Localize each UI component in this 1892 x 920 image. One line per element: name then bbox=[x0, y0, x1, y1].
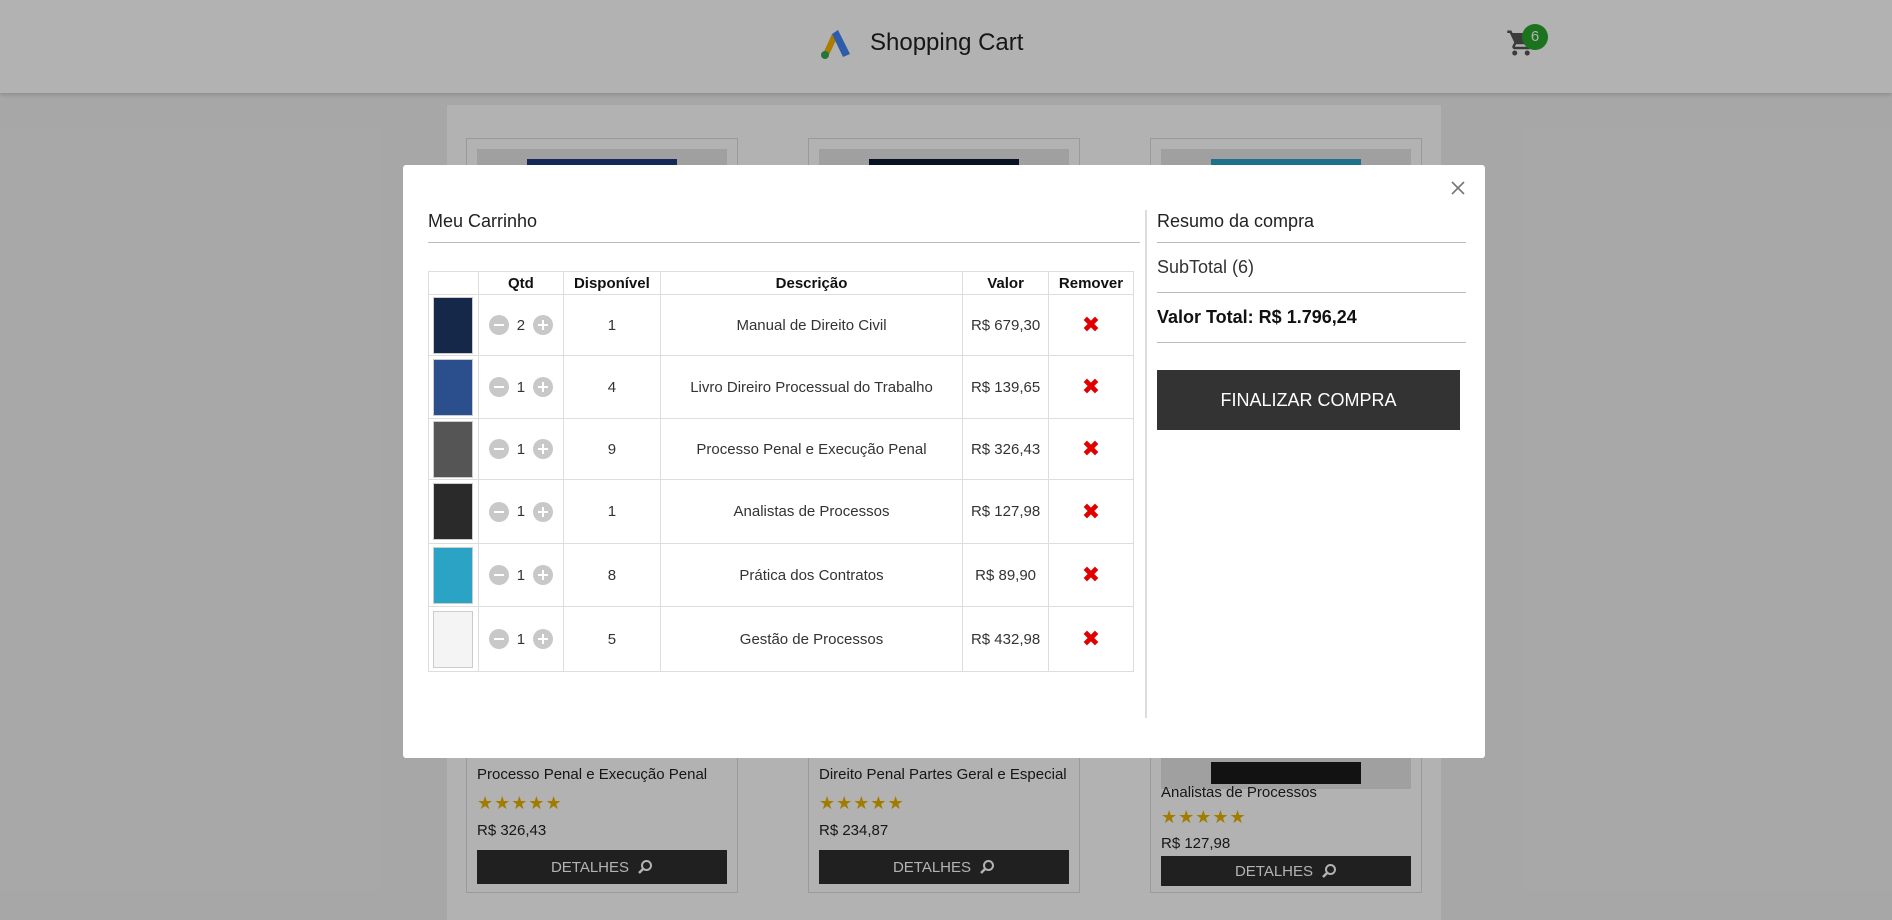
decrease-qty-button[interactable] bbox=[488, 565, 509, 585]
qty-cell: 1 bbox=[477, 543, 564, 607]
close-icon[interactable] bbox=[1447, 177, 1469, 199]
thumbnail-cell bbox=[428, 479, 479, 544]
remove-cell: ✖ bbox=[1048, 355, 1134, 419]
thumbnail-cell bbox=[428, 418, 479, 480]
qty-value: 1 bbox=[516, 503, 526, 520]
increase-qty-button[interactable] bbox=[533, 629, 554, 649]
thumbnail-cell bbox=[428, 294, 479, 356]
remove-icon[interactable]: ✖ bbox=[1082, 374, 1100, 399]
remove-icon[interactable]: ✖ bbox=[1082, 436, 1100, 461]
col-header-description: Descrição bbox=[659, 271, 964, 295]
table-row: 1 8 Prática dos Contratos R$ 89,90 ✖ bbox=[428, 543, 1134, 607]
qty-cell: 1 bbox=[477, 479, 564, 544]
qty-value: 1 bbox=[516, 440, 526, 458]
value-cell: R$ 139,65 bbox=[962, 355, 1050, 419]
value-cell: R$ 326,43 bbox=[962, 418, 1050, 480]
book-thumbnail bbox=[433, 358, 474, 416]
decrease-qty-button[interactable] bbox=[488, 377, 509, 397]
description-cell: Manual de Direito Civil bbox=[659, 294, 964, 356]
decrease-qty-button[interactable] bbox=[488, 439, 509, 459]
thumbnail-cell bbox=[428, 606, 479, 672]
total-value: Valor Total: R$ 1.796,24 bbox=[1157, 293, 1466, 343]
qty-value: 1 bbox=[516, 566, 526, 584]
table-header-row: Qtd Disponível Descrição Valor Remover bbox=[428, 271, 1134, 295]
qty-value: 1 bbox=[516, 378, 526, 396]
description-cell: Livro Direiro Processual do Trabalho bbox=[659, 355, 964, 419]
book-thumbnail bbox=[433, 546, 474, 604]
cart-title: Meu Carrinho bbox=[428, 205, 1140, 243]
description-cell: Analistas de Processos bbox=[659, 479, 964, 544]
table-row: 1 1 Analistas de Processos R$ 127,98 ✖ bbox=[428, 479, 1134, 544]
remove-icon[interactable]: ✖ bbox=[1082, 562, 1100, 587]
qty-value: 2 bbox=[516, 316, 526, 334]
table-row: 2 1 Manual de Direito Civil R$ 679,30 ✖ bbox=[428, 294, 1134, 356]
col-header-remove: Remover bbox=[1048, 271, 1134, 295]
value-cell: R$ 679,30 bbox=[962, 294, 1050, 356]
available-cell: 9 bbox=[562, 418, 661, 480]
book-thumbnail bbox=[433, 296, 474, 354]
qty-cell: 2 bbox=[477, 294, 564, 356]
book-thumbnail bbox=[433, 420, 474, 478]
subtotal: SubTotal (6) bbox=[1157, 243, 1466, 293]
available-cell: 5 bbox=[562, 606, 661, 672]
finalize-purchase-button[interactable]: FINALIZAR COMPRA bbox=[1157, 370, 1460, 430]
thumbnail-cell bbox=[428, 355, 479, 419]
increase-qty-button[interactable] bbox=[533, 501, 554, 522]
remove-cell: ✖ bbox=[1048, 479, 1134, 544]
remove-icon[interactable]: ✖ bbox=[1082, 626, 1100, 651]
qty-cell: 1 bbox=[477, 418, 564, 480]
col-header-available: Disponível bbox=[562, 271, 661, 295]
remove-cell: ✖ bbox=[1048, 543, 1134, 607]
remove-cell: ✖ bbox=[1048, 606, 1134, 672]
qty-cell: 1 bbox=[477, 355, 564, 419]
description-cell: Gestão de Processos bbox=[659, 606, 964, 672]
decrease-qty-button[interactable] bbox=[488, 315, 509, 335]
remove-cell: ✖ bbox=[1048, 294, 1134, 356]
summary-title: Resumo da compra bbox=[1157, 205, 1466, 243]
available-cell: 8 bbox=[562, 543, 661, 607]
description-cell: Processo Penal e Execução Penal bbox=[659, 418, 964, 480]
increase-qty-button[interactable] bbox=[533, 377, 554, 397]
available-cell: 1 bbox=[562, 294, 661, 356]
increase-qty-button[interactable] bbox=[533, 565, 554, 585]
description-cell: Prática dos Contratos bbox=[659, 543, 964, 607]
cart-section: Meu Carrinho bbox=[428, 205, 1140, 243]
available-cell: 4 bbox=[562, 355, 661, 419]
summary-section: Resumo da compra SubTotal (6) Valor Tota… bbox=[1157, 205, 1466, 343]
cart-modal: Meu Carrinho Qtd Disponível Descrição Va… bbox=[403, 165, 1485, 758]
table-row: 1 9 Processo Penal e Execução Penal R$ 326,… bbox=[428, 418, 1134, 480]
column-divider bbox=[1145, 210, 1147, 718]
value-cell: R$ 127,98 bbox=[962, 479, 1050, 544]
table-row: 1 4 Livro Direiro Processual do Trabalho R$… bbox=[428, 355, 1134, 419]
col-header-value: Valor bbox=[962, 271, 1050, 295]
book-thumbnail bbox=[433, 610, 474, 668]
remove-icon[interactable]: ✖ bbox=[1082, 312, 1100, 337]
cart-table: Qtd Disponível Descrição Valor Remover 2… bbox=[428, 271, 1134, 672]
available-cell: 1 bbox=[562, 479, 661, 544]
thumbnail-cell bbox=[428, 543, 479, 607]
remove-icon[interactable]: ✖ bbox=[1082, 499, 1100, 524]
book-thumbnail bbox=[433, 483, 474, 540]
remove-cell: ✖ bbox=[1048, 418, 1134, 480]
increase-qty-button[interactable] bbox=[533, 315, 554, 335]
col-header-qty: Qtd bbox=[477, 271, 564, 295]
qty-value: 1 bbox=[516, 630, 526, 648]
value-cell: R$ 432,98 bbox=[962, 606, 1050, 672]
increase-qty-button[interactable] bbox=[533, 439, 554, 459]
value-cell: R$ 89,90 bbox=[962, 543, 1050, 607]
table-row: 1 5 Gestão de Processos R$ 432,98 ✖ bbox=[428, 606, 1134, 672]
qty-cell: 1 bbox=[477, 606, 564, 672]
decrease-qty-button[interactable] bbox=[488, 501, 509, 522]
decrease-qty-button[interactable] bbox=[488, 629, 509, 649]
col-header-image bbox=[428, 271, 479, 295]
